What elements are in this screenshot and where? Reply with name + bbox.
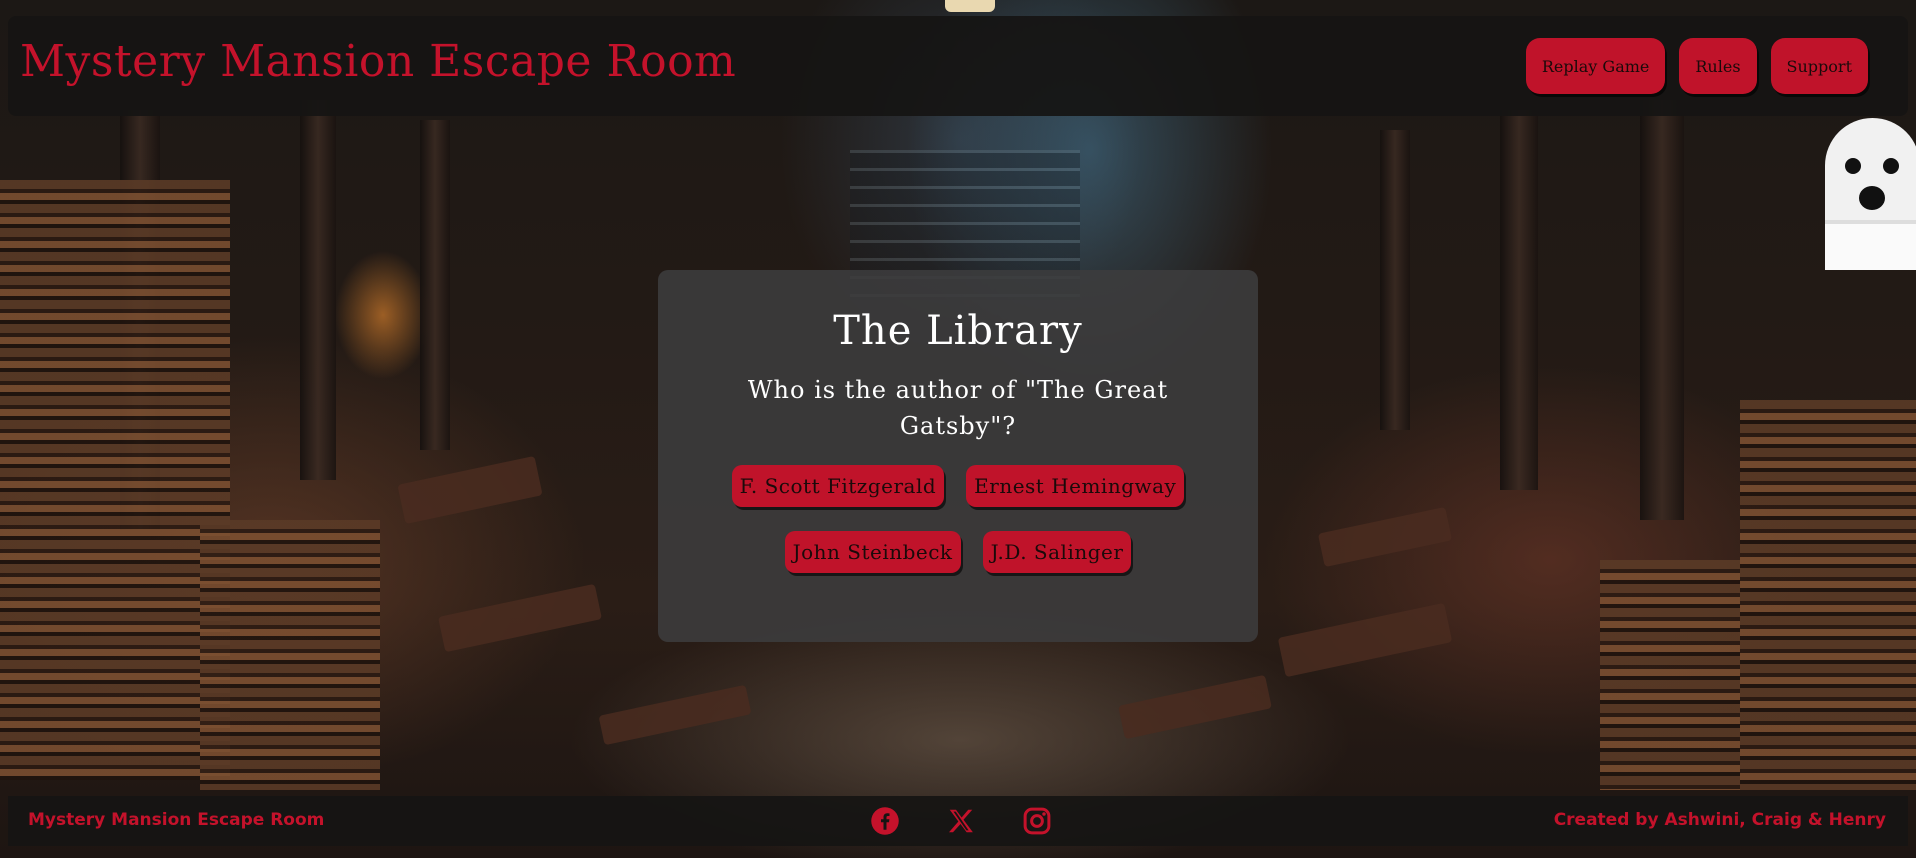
support-button[interactable]: Support <box>1770 38 1868 94</box>
footer-site-name: Mystery Mansion Escape Room <box>28 810 325 830</box>
site-title: Mystery Mansion Escape Room <box>20 36 737 87</box>
ghost-mouth <box>1859 186 1885 210</box>
ghost-eye <box>1883 158 1899 174</box>
facebook-icon[interactable] <box>870 806 900 836</box>
ghost-base <box>1825 220 1916 270</box>
pillar <box>300 100 336 480</box>
answer-button-1[interactable]: F. Scott Fitzgerald <box>731 465 945 507</box>
header-nav: Replay Game Rules Support <box>1525 38 1868 94</box>
rubble <box>438 583 602 653</box>
quiz-card: The Library Who is the author of "The Gr… <box>658 270 1258 642</box>
rubble <box>1317 506 1453 568</box>
footer-credits: Created by Ashwini, Craig & Henry <box>1553 810 1886 830</box>
pillar <box>1640 100 1684 520</box>
rubble <box>598 684 752 746</box>
answer-button-2[interactable]: Ernest Hemingway <box>966 465 1185 507</box>
x-icon[interactable] <box>946 806 976 836</box>
question-text: Who is the author of "The Great Gatsby"? <box>747 376 1169 440</box>
replay-game-button[interactable]: Replay Game <box>1525 38 1666 94</box>
answer-button-3[interactable]: John Steinbeck <box>784 531 961 573</box>
ghost-eye <box>1845 158 1861 174</box>
rubble <box>1118 674 1272 740</box>
book-stack <box>1600 560 1740 790</box>
book-stack <box>200 520 380 790</box>
rubble <box>1277 602 1453 678</box>
room-title: The Library <box>833 308 1083 354</box>
answer-button-4[interactable]: J.D. Salinger <box>982 531 1132 573</box>
answer-row: F. Scott Fitzgerald Ernest Hemingway <box>658 465 1258 507</box>
ceiling-lamp <box>945 0 995 12</box>
rubble <box>397 455 543 525</box>
instagram-icon[interactable] <box>1022 806 1052 836</box>
site-footer: Mystery Mansion Escape Room Created by A… <box>8 796 1908 846</box>
rules-button[interactable]: Rules <box>1679 38 1757 94</box>
answer-row: John Steinbeck J.D. Salinger <box>658 531 1258 573</box>
pillar <box>1500 110 1538 490</box>
book-stack <box>0 180 230 780</box>
answer-options: F. Scott Fitzgerald Ernest Hemingway Joh… <box>658 465 1258 597</box>
ghost-icon <box>1825 118 1916 270</box>
pillar <box>1380 130 1410 430</box>
social-links <box>870 806 1052 836</box>
book-stack <box>1740 400 1916 790</box>
pillar <box>420 120 450 450</box>
site-header: Mystery Mansion Escape Room Replay Game … <box>8 16 1908 116</box>
